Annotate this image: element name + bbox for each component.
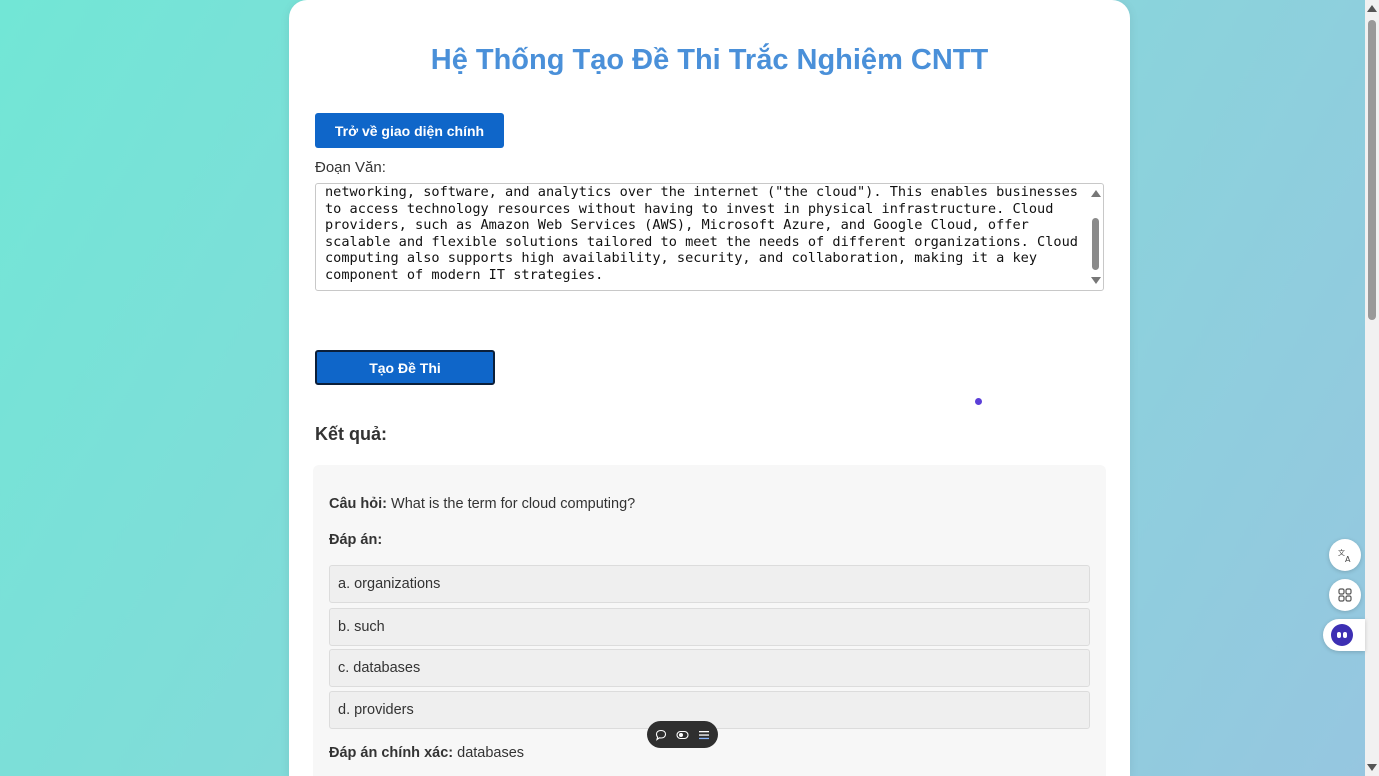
page-scroll-up-icon[interactable] [1367,5,1377,12]
correct-answer-label: Đáp án chính xác: [329,745,454,761]
scroll-up-arrow-icon[interactable] [1091,190,1101,197]
apps-grid-icon [1338,588,1352,602]
answer-option-a[interactable]: a. organizations [329,565,1090,603]
svg-text:A: A [1345,555,1351,563]
answer-option-c[interactable]: c. databases [329,649,1090,687]
page-title: Hệ Thống Tạo Đề Thi Trắc Nghiệm CNTT [430,44,989,76]
bot-eye-left [1337,632,1341,638]
loading-dot-icon [975,398,982,405]
toggle-view-icon[interactable] [676,728,690,742]
generate-exam-button[interactable]: Tạo Đề Thi [315,350,495,385]
page-scroll-thumb[interactable] [1368,20,1376,320]
back-to-main-button[interactable]: Trở về giao diện chính [315,113,504,148]
apps-button[interactable] [1329,579,1361,611]
assistant-button[interactable] [1323,619,1365,651]
floating-toolbar [647,721,718,748]
svg-text:文: 文 [1338,548,1345,557]
chat-bubble-icon[interactable] [654,728,668,742]
question-line: Câu hỏi: What is the term for cloud comp… [329,496,635,512]
scroll-down-arrow-icon[interactable] [1091,277,1101,284]
page-scrollbar[interactable] [1365,0,1379,776]
question-label: Câu hỏi: [329,496,387,512]
passage-scrollbar[interactable] [1088,184,1103,290]
question-text: What is the term for cloud computing? [391,496,636,512]
passage-label: Đoạn Văn: [315,159,386,176]
assistant-bot-icon [1331,624,1353,646]
answers-label: Đáp án: [329,532,383,548]
correct-answer-line: Đáp án chính xác: databases [329,745,524,761]
passage-textarea[interactable]: networking, software, and analytics over… [315,183,1104,291]
correct-answer-value: databases [457,745,525,761]
bot-eye-right [1343,632,1347,638]
page-scroll-down-icon[interactable] [1367,764,1377,771]
scroll-thumb[interactable] [1092,218,1099,270]
result-heading: Kết quả: [315,424,387,444]
translate-button[interactable]: 文 A [1329,539,1361,571]
list-menu-icon[interactable] [697,728,711,742]
passage-text: networking, software, and analytics over… [325,184,1087,283]
main-card: Hệ Thống Tạo Đề Thi Trắc Nghiệm CNTT Trở… [289,0,1130,776]
translate-icon: 文 A [1338,548,1351,563]
answer-option-b[interactable]: b. such [329,608,1090,646]
